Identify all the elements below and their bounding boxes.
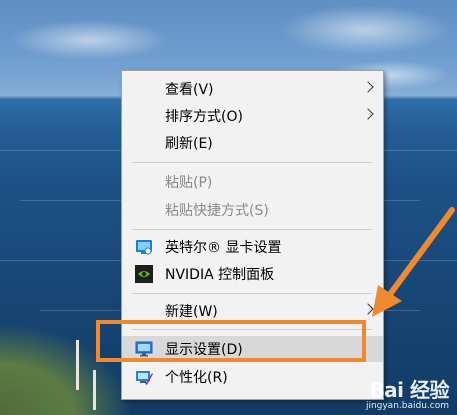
- menu-item-refresh[interactable]: 刷新(E): [122, 130, 383, 156]
- menu-item-intel-graphics[interactable]: 英特尔® 显卡设置: [122, 234, 383, 260]
- menu-item-label: NVIDIA 控制面板: [165, 267, 275, 283]
- menu-item-personalize[interactable]: 个性化(R): [122, 364, 383, 390]
- menu-item-label: 排序方式(O): [165, 109, 243, 125]
- menu-item-nvidia-control-panel[interactable]: NVIDIA 控制面板: [122, 261, 383, 287]
- menu-item-label: 新建(W): [165, 304, 218, 320]
- menu-separator: [132, 229, 372, 230]
- baidu-watermark: Bai 经验 jingyan.baidu.com: [365, 374, 450, 411]
- menu-item-paste[interactable]: 粘贴(P): [122, 169, 383, 195]
- chevron-right-icon: [362, 108, 374, 120]
- intel-graphics-icon: [136, 240, 152, 255]
- watermark-sub: jingyan.baidu.com: [365, 401, 449, 411]
- menu-item-paste-shortcut[interactable]: 粘贴快捷方式(S): [122, 197, 383, 223]
- watermark-main: Bai 经验: [369, 378, 449, 402]
- menu-item-label: 查看(V): [165, 82, 214, 98]
- menu-item-label: 英特尔® 显卡设置: [165, 240, 282, 256]
- orange-arrow-icon: [372, 207, 455, 317]
- fence-post: [76, 340, 79, 390]
- cloud: [10, 20, 170, 60]
- chevron-right-icon: [362, 81, 374, 93]
- personalize-icon: [136, 371, 153, 385]
- menu-separator: [132, 162, 372, 163]
- fence-post: [93, 370, 96, 410]
- menu-item-view[interactable]: 查看(V): [122, 76, 383, 102]
- menu-item-label: 个性化(R): [165, 370, 228, 386]
- menu-item-label: 粘贴快捷方式(S): [165, 203, 269, 219]
- menu-separator: [132, 293, 372, 294]
- nvidia-icon: [135, 265, 153, 283]
- cloud: [280, 5, 450, 55]
- menu-item-label: 刷新(E): [165, 136, 213, 152]
- menu-item-label: 粘贴(P): [165, 175, 213, 191]
- annotation-highlight-box: [96, 320, 366, 362]
- menu-item-sort-by[interactable]: 排序方式(O): [122, 103, 383, 129]
